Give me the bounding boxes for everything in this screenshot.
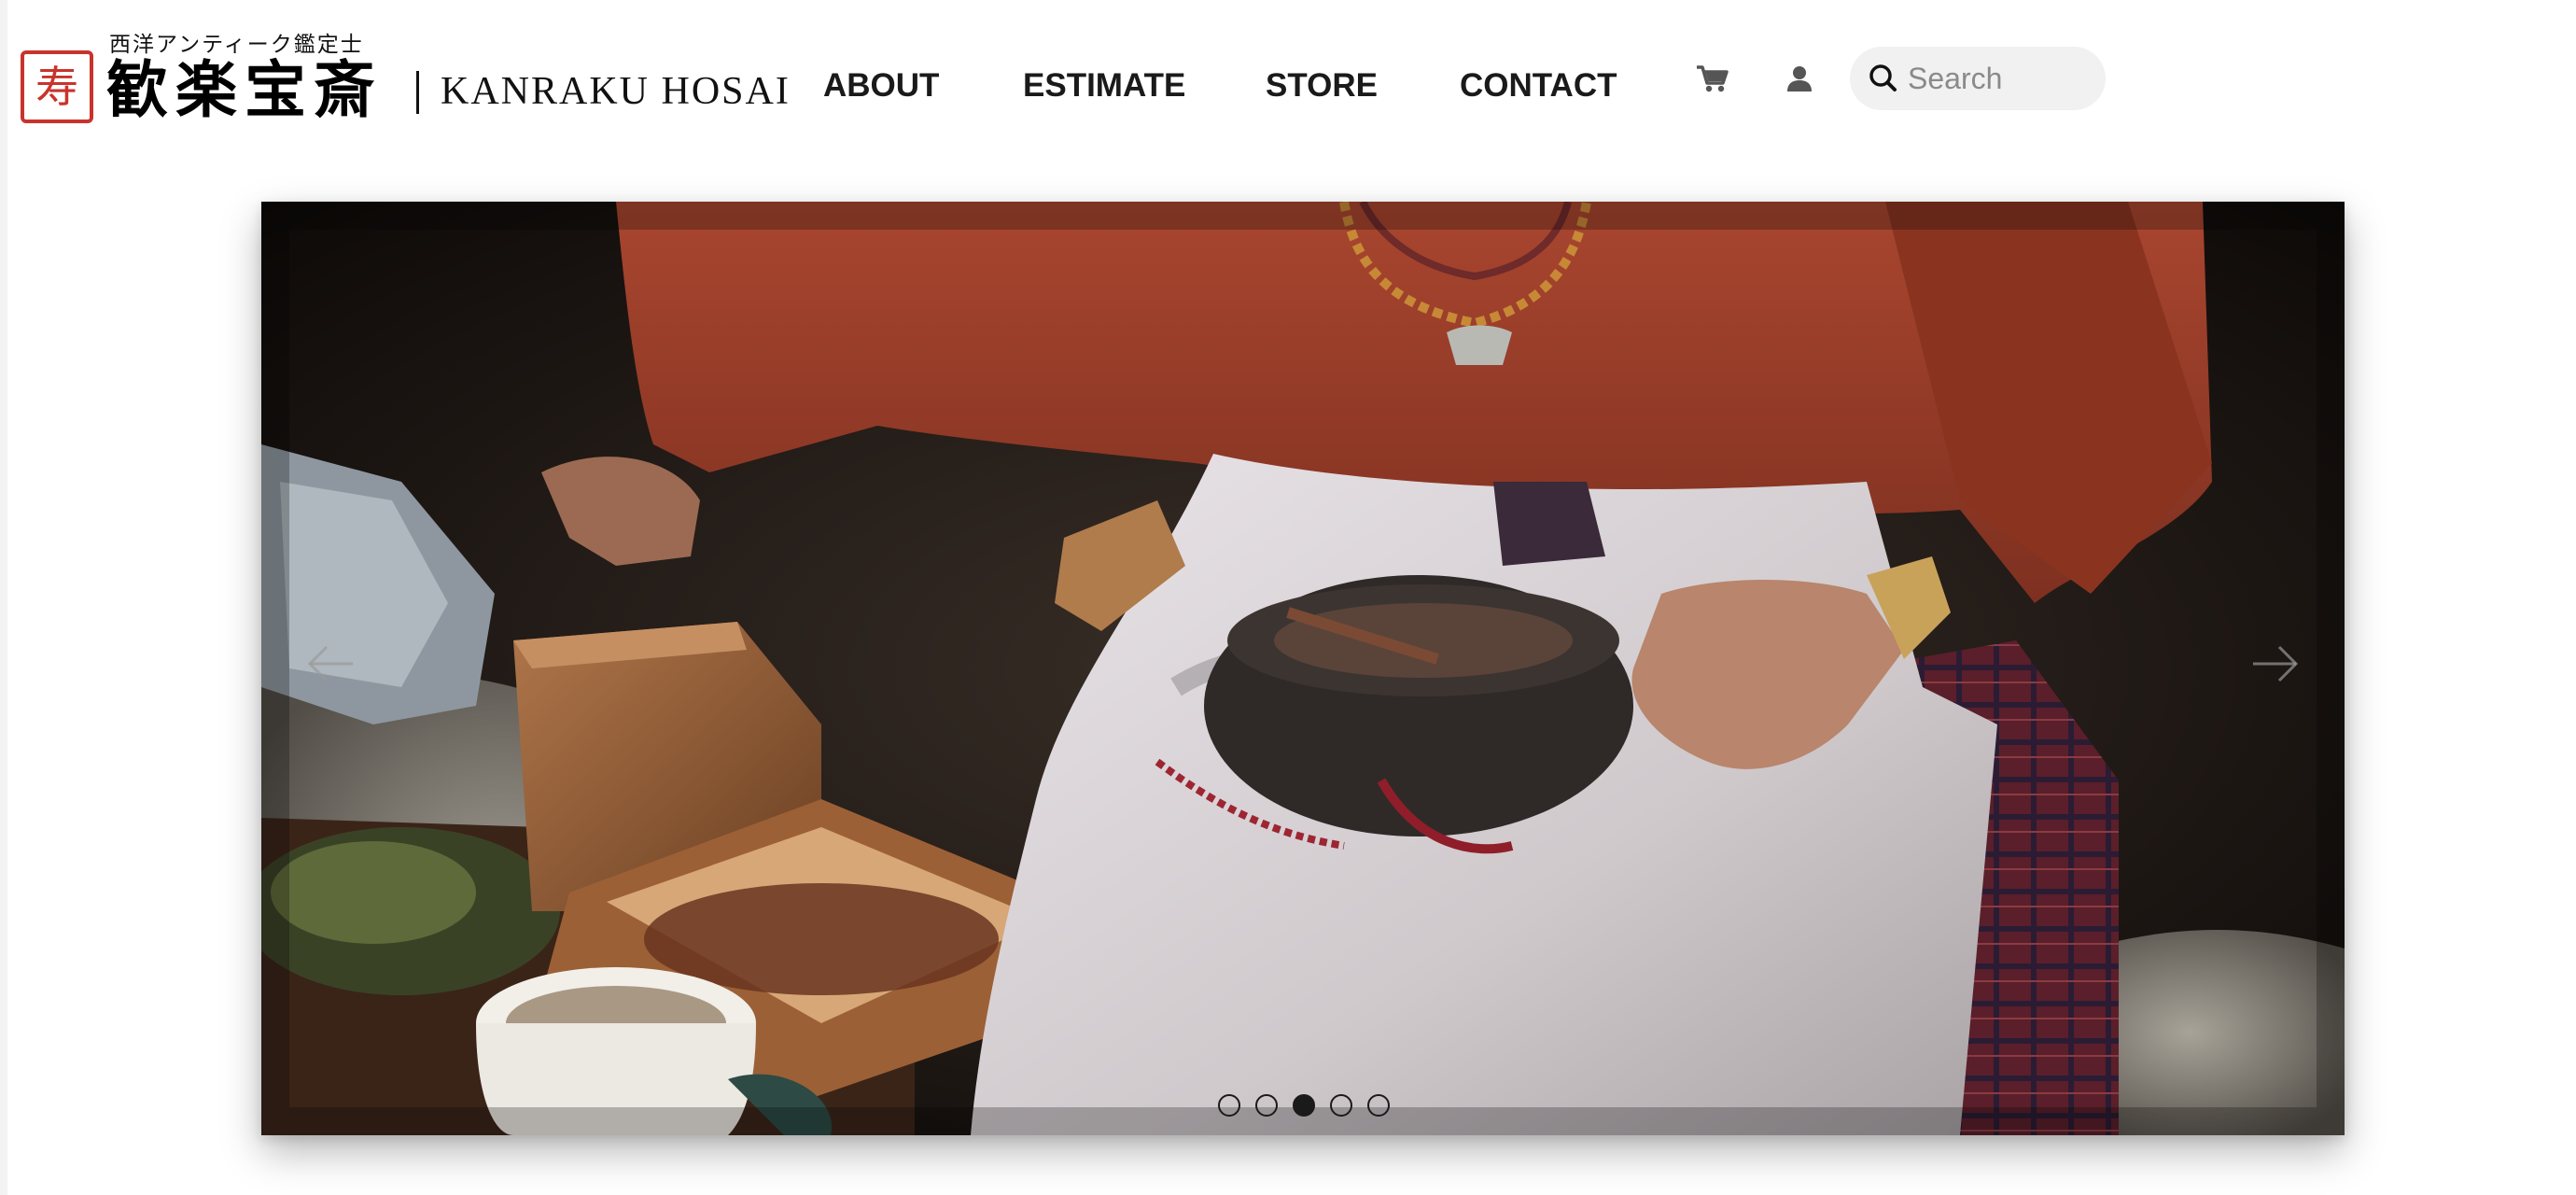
red-seal-icon: 寿 — [21, 50, 93, 123]
carousel-dot-2[interactable] — [1255, 1094, 1278, 1117]
carousel-dot-4[interactable] — [1330, 1094, 1352, 1117]
search-input[interactable] — [1908, 54, 2094, 103]
search-icon[interactable] — [1865, 60, 1902, 97]
arrow-left-icon[interactable] — [299, 631, 364, 696]
logo-name-en: KANRAKU HOSAI — [441, 70, 791, 113]
logo-divider — [416, 71, 419, 114]
carousel-dot-1[interactable] — [1218, 1094, 1240, 1117]
carousel-dot-5[interactable] — [1367, 1094, 1390, 1117]
cart-icon[interactable] — [1691, 58, 1736, 103]
nav-about[interactable]: ABOUT — [823, 60, 939, 112]
logo-name-ja: 歓楽宝斎 — [106, 53, 383, 126]
nav-estimate[interactable]: ESTIMATE — [1023, 60, 1185, 112]
nav-contact[interactable]: CONTACT — [1460, 60, 1617, 112]
site-header: 寿 西洋アンティーク鑑定士 歓楽宝斎 KANRAKU HOSAI ABOUT E… — [0, 0, 2576, 168]
site-logo[interactable]: 寿 西洋アンティーク鑑定士 歓楽宝斎 KANRAKU HOSAI — [21, 26, 789, 129]
carousel-dot-3[interactable] — [1293, 1094, 1315, 1117]
nav-store[interactable]: STORE — [1266, 60, 1378, 112]
user-icon[interactable] — [1777, 58, 1822, 103]
hero-carousel — [261, 202, 2345, 1135]
seal-glyph: 寿 — [35, 62, 78, 112]
page-edge — [0, 0, 7, 1195]
hero-slide-image — [261, 202, 2345, 1135]
search-box — [1850, 47, 2106, 110]
arrow-right-icon[interactable] — [2242, 631, 2307, 696]
